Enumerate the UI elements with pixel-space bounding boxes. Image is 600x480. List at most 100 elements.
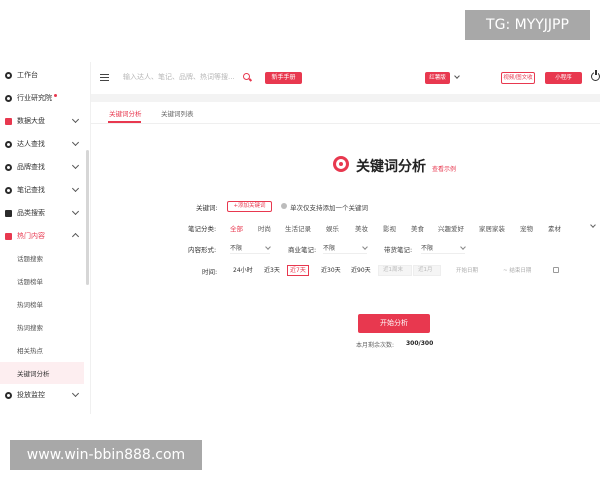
sidebar-item-label: 投放监控 — [17, 391, 45, 399]
sidebar-item-hot-content[interactable]: 热门内容 — [0, 225, 88, 247]
sidebar-item-data-overview[interactable]: 数据大盘 — [0, 110, 88, 132]
preset-range-box[interactable]: 近1月 — [413, 265, 441, 276]
chart-icon — [5, 117, 12, 125]
sidebar-item-workbench[interactable]: 工作台 — [0, 64, 88, 86]
sidebar-sub-label: 关键词分析 — [17, 370, 50, 378]
chevron-down-icon — [71, 161, 80, 170]
view-example-link[interactable]: 查看示例 — [432, 164, 456, 173]
time-label: 时间: — [202, 268, 218, 276]
sidebar-item-label: 品类搜索 — [17, 209, 45, 217]
category-option[interactable]: 家居家装 — [479, 223, 505, 233]
time-option[interactable]: 近30天 — [321, 265, 341, 276]
chevron-down-icon — [71, 389, 80, 398]
sidebar-item-brand-search[interactable]: 品牌查找 — [0, 156, 88, 178]
chevron-down-icon — [362, 244, 368, 250]
category-option[interactable]: 全部 — [230, 223, 243, 233]
end-date-input[interactable]: ~ 结束日期 — [503, 266, 531, 274]
monitor-icon — [5, 391, 12, 399]
power-icon[interactable] — [591, 70, 600, 81]
time-option-selected[interactable]: 近7天 — [287, 265, 309, 276]
sidebar-item-ad-monitor[interactable]: 投放监控 — [0, 384, 88, 406]
start-date-input[interactable]: 开始日期 — [456, 266, 478, 274]
chevron-up-icon — [71, 232, 80, 241]
tab-keyword-list[interactable]: 关键词列表 — [161, 108, 194, 118]
chevron-down-icon — [71, 207, 80, 216]
sidebar-item-label: 工作台 — [17, 71, 38, 79]
sidebar-item-label: 数据大盘 — [17, 117, 45, 125]
sidebar-item-label: 品牌查找 — [17, 163, 45, 171]
remaining-count: 300/300 — [406, 340, 434, 347]
category-option[interactable]: 美食 — [411, 223, 424, 233]
chevron-down-icon — [460, 244, 466, 250]
sidebar-sub-topic-search[interactable]: 话题搜索 — [0, 247, 84, 269]
watermark-bottom: www.win-bbin888.com — [10, 440, 202, 470]
time-option[interactable]: 近3天 — [264, 265, 280, 276]
version-badge[interactable]: 红薯版 — [425, 72, 450, 84]
preset-range-box[interactable]: 近1周末 — [378, 265, 412, 276]
sidebar-sub-label: 话题榜单 — [17, 278, 43, 286]
sidebar-sub-label: 热词榜单 — [17, 301, 43, 309]
category-icon — [5, 209, 12, 217]
sidebar-sub-label: 话题搜索 — [17, 255, 43, 263]
category-option[interactable]: 兴趣爱好 — [438, 223, 464, 233]
category-option[interactable]: 美妆 — [355, 223, 368, 233]
biz-note-select[interactable]: 不限 — [323, 243, 368, 254]
guide-button[interactable]: 新手手册 — [265, 72, 302, 84]
research-icon — [5, 94, 12, 102]
content-form-select[interactable]: 不限 — [230, 243, 271, 254]
chevron-down-icon[interactable] — [590, 222, 596, 228]
tabs-divider — [91, 123, 600, 124]
menu-icon[interactable] — [100, 74, 109, 81]
tab-bar: 关键词分析 关键词列表 — [91, 102, 600, 124]
top-header: 输入达人、笔记、品牌、热词等搜... 新手手册 红薯版 视频/图文收 小程序 — [91, 62, 600, 94]
sidebar-sub-hotword-search[interactable]: 热词搜索 — [0, 316, 84, 338]
search-input[interactable]: 输入达人、笔记、品牌、热词等搜... — [123, 72, 235, 82]
select-value: 不限 — [421, 245, 434, 252]
mini-program-button[interactable]: 小程序 — [545, 72, 582, 84]
keyword-label: 关键词: — [196, 204, 218, 212]
category-option[interactable]: 生活记录 — [285, 223, 311, 233]
category-option[interactable]: 宠物 — [520, 223, 533, 233]
category-option[interactable]: 影视 — [383, 223, 396, 233]
time-option[interactable]: 24小时 — [233, 265, 253, 276]
sidebar-sub-hotword-rank[interactable]: 热词榜单 — [0, 293, 84, 315]
sidebar-item-label: 笔记查找 — [17, 186, 45, 194]
chevron-down-icon — [71, 138, 80, 147]
start-analysis-button[interactable]: 开始分析 — [358, 314, 430, 333]
page-title: 关键词分析 — [356, 159, 426, 175]
sidebar-sub-keyword-analysis[interactable]: 关键词分析 — [0, 362, 84, 384]
sidebar-sub-topic-rank[interactable]: 话题榜单 — [0, 270, 84, 292]
sidebar-item-note-search[interactable]: 笔记查找 — [0, 179, 88, 201]
tab-keyword-analysis[interactable]: 关键词分析 — [109, 108, 142, 118]
chevron-down-icon[interactable] — [454, 73, 460, 79]
goods-note-label: 带货笔记: — [384, 246, 413, 254]
sidebar-item-influencer-search[interactable]: 达人查找 — [0, 133, 88, 155]
workbench-icon — [5, 71, 12, 79]
category-option[interactable]: 素材 — [548, 223, 561, 233]
sidebar-item-label: 达人查找 — [17, 140, 45, 148]
time-option[interactable]: 近90天 — [351, 265, 371, 276]
select-value: 不限 — [323, 245, 336, 252]
add-keyword-button[interactable]: +添加关键词 — [227, 201, 272, 212]
hot-icon — [5, 232, 12, 240]
sidebar-sub-related-hot[interactable]: 相关热点 — [0, 339, 84, 361]
sidebar-sub-label: 热词搜索 — [17, 324, 43, 332]
sidebar-sub-label: 相关热点 — [17, 347, 43, 355]
search-icon[interactable] — [243, 73, 250, 80]
goods-note-select[interactable]: 不限 — [421, 243, 466, 254]
sidebar-scrollbar[interactable] — [86, 150, 89, 285]
sidebar-item-label: 热门内容 — [17, 232, 45, 240]
remaining-label: 本月剩余次数: — [356, 342, 395, 349]
chevron-down-icon — [71, 184, 80, 193]
calendar-icon[interactable] — [553, 267, 559, 273]
sidebar-item-industry-research[interactable]: 行业研究院 — [0, 87, 88, 109]
sidebar-item-category-search[interactable]: 品类搜索 — [0, 202, 88, 224]
category-option[interactable]: 时尚 — [258, 223, 271, 233]
download-button[interactable]: 视频/图文收 — [501, 72, 535, 84]
category-option[interactable]: 娱乐 — [326, 223, 339, 233]
target-icon — [333, 156, 349, 172]
content-form-label: 内容形式: — [188, 246, 217, 254]
new-dot-icon — [54, 93, 57, 97]
chevron-down-icon — [71, 115, 80, 124]
sidebar-item-label: 行业研究院 — [17, 94, 52, 102]
